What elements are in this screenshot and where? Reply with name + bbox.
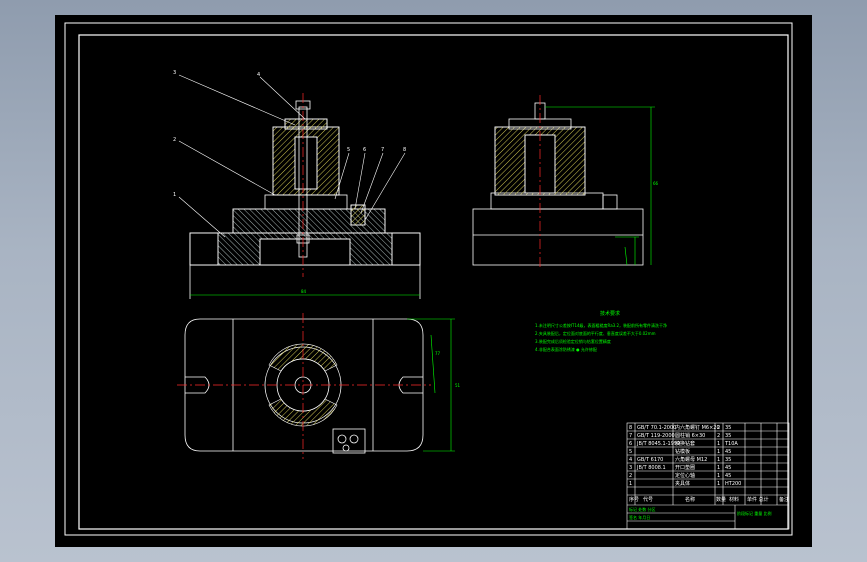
svg-text:定位心轴: 定位心轴 (675, 472, 695, 479)
balloon-5: 5 (347, 147, 350, 153)
balloon-7: 7 (381, 147, 384, 153)
front-section-view[interactable] (189, 100, 421, 299)
title-block-footer-left: 标记 处数 分区 (629, 506, 656, 512)
title-block-footer-right: 阶段标记 重量 比例 (737, 510, 772, 516)
svg-text:六角螺母 M12: 六角螺母 M12 (675, 456, 707, 463)
svg-text:3: 3 (629, 465, 632, 471)
bom-row-5: 5 钻模板 1 45 (629, 448, 731, 455)
tech-req-title: 技术要求 (600, 310, 620, 317)
svg-text:序号: 序号 (629, 496, 639, 503)
svg-text:2: 2 (629, 473, 632, 479)
bom-row-4: 4 GB/T 6170 六角螺母 M12 1 35 (629, 456, 731, 463)
svg-text:钻模板: 钻模板 (675, 448, 690, 455)
svg-text:45: 45 (725, 465, 731, 471)
svg-text:GB/T 6170: GB/T 6170 (637, 457, 663, 463)
bom-row-1: 1 夹具体 1 HT200 (629, 480, 741, 487)
svg-text:35: 35 (725, 457, 731, 463)
title-block-footer-mid: 签名 年月日 (629, 514, 650, 520)
svg-text:1: 1 (717, 465, 720, 471)
svg-text:JB/T 8008.1: JB/T 8008.1 (636, 465, 666, 471)
svg-text:内六角螺钉 M6×20: 内六角螺钉 M6×20 (675, 424, 720, 431)
svg-text:35: 35 (725, 425, 731, 431)
cad-viewport[interactable]: 84 3 4 2 1 5 6 7 8 66 51 77 技术要求 1.未注明尺寸… (55, 15, 812, 547)
bom-row-7: 7 GB/T 119-2000 圆柱销 6×30 2 35 (629, 432, 731, 439)
svg-text:材料: 材料 (729, 496, 739, 503)
balloon-4: 4 (257, 72, 260, 78)
side-view[interactable] (472, 102, 644, 266)
bom-header: 序号 代号 名称 数量 材料 单件 总计 备注 (629, 496, 789, 503)
svg-text:快换钻套: 快换钻套 (675, 440, 695, 447)
svg-text:2: 2 (717, 425, 720, 431)
bom-row-8: 8 GB/T 70.1-2000 内六角螺钉 M6×20 2 35 (629, 424, 731, 431)
balloon-8: 8 (403, 147, 406, 153)
svg-text:1: 1 (717, 441, 720, 447)
svg-text:代号: 代号 (643, 496, 653, 503)
balloon-1: 1 (173, 192, 176, 198)
svg-text:1: 1 (717, 481, 720, 487)
balloon-2: 2 (173, 137, 176, 143)
tech-req-line-1: 1.未注明尺寸公差按IT14级，表面粗糙度Ra3.2，装配前所有零件清洗干净 (535, 322, 667, 328)
svg-text:45: 45 (725, 473, 731, 479)
svg-text:GB/T 119-2000: GB/T 119-2000 (637, 433, 675, 439)
plan-view[interactable] (184, 318, 424, 454)
bom-row-3: 3 JB/T 8008.1 开口垫圈 1 45 (629, 464, 731, 471)
bom-row-6: 6 JB/T 8045.1-1999 快换钻套 1 T10A (629, 440, 738, 447)
svg-text:45: 45 (725, 449, 731, 455)
front-width-label: 84 (301, 289, 307, 294)
svg-text:5: 5 (629, 449, 632, 455)
cad-drawing[interactable]: 84 3 4 2 1 5 6 7 8 66 51 77 技术要求 1.未注明尺寸… (55, 15, 812, 547)
svg-text:HT200: HT200 (725, 481, 741, 487)
svg-text:4: 4 (629, 457, 632, 463)
svg-text:8: 8 (629, 425, 632, 431)
svg-text:备注: 备注 (779, 496, 789, 503)
svg-text:JB/T 8045.1-1999: JB/T 8045.1-1999 (636, 441, 680, 447)
side-height-label: 66 (653, 181, 659, 186)
balloon-6: 6 (363, 147, 366, 153)
svg-text:2: 2 (717, 433, 720, 439)
svg-text:单件 总计: 单件 总计 (747, 496, 769, 503)
svg-text:开口垫圈: 开口垫圈 (675, 464, 695, 471)
svg-text:T10A: T10A (724, 441, 738, 447)
svg-text:7: 7 (629, 433, 632, 439)
svg-text:6: 6 (629, 441, 632, 447)
svg-text:1: 1 (717, 457, 720, 463)
tech-req-line-2: 2.夹具装配后，定位面对底面的平行度、垂直度误差不大于0.02mm (535, 330, 656, 336)
balloon-3: 3 (173, 70, 176, 76)
svg-text:名称: 名称 (685, 496, 695, 503)
svg-text:GB/T 70.1-2000: GB/T 70.1-2000 (637, 425, 676, 431)
tech-req-line-3: 3.装配完成后须检验定位销与钻套位置精度 (535, 338, 611, 344)
svg-text:夹具体: 夹具体 (675, 480, 690, 487)
svg-text:1: 1 (629, 481, 632, 487)
svg-text:35: 35 (725, 433, 731, 439)
svg-text:圆柱销 6×30: 圆柱销 6×30 (675, 432, 705, 439)
svg-text:1: 1 (717, 473, 720, 479)
svg-text:数量: 数量 (716, 496, 726, 503)
tech-req-line-4: 4.非配合表面涂防锈漆 ● 允许修配 (535, 346, 597, 352)
svg-text:1: 1 (717, 449, 720, 455)
plan-height-label: 51 (455, 383, 461, 388)
plan-width-label: 77 (435, 351, 441, 356)
bom-row-2: 2 定位心轴 1 45 (629, 472, 731, 479)
